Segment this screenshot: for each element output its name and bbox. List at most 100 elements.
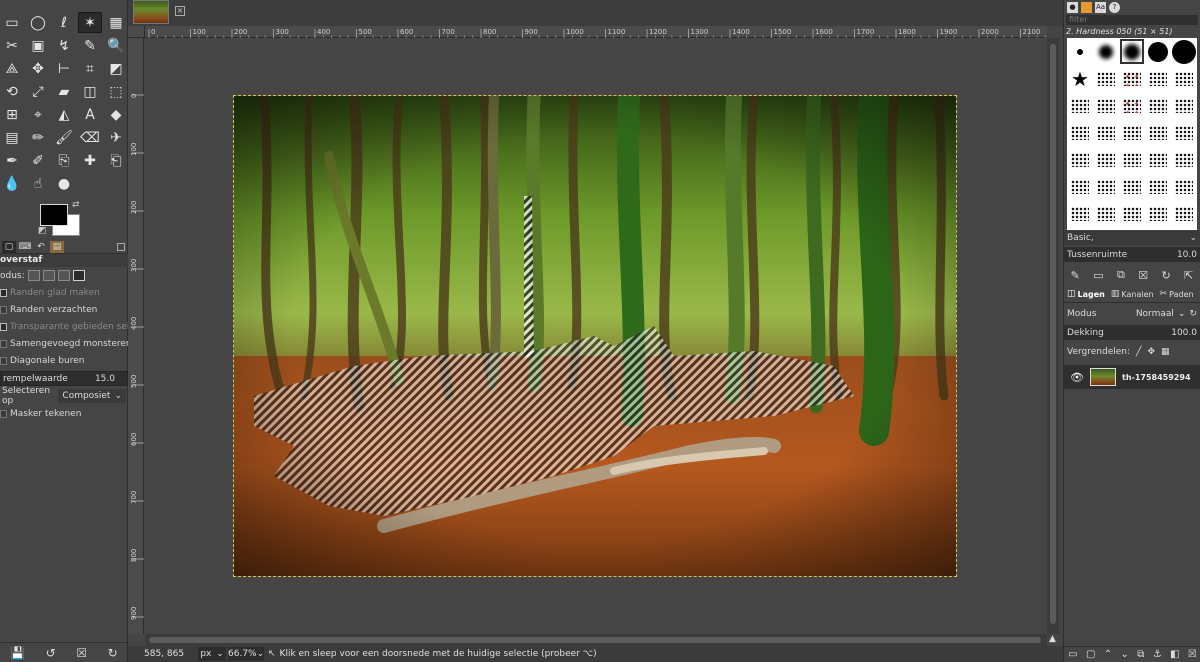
brush-preview[interactable] (1067, 119, 1093, 146)
opacity-value[interactable]: 100.0 (1171, 328, 1197, 338)
brush-preview[interactable] (1119, 173, 1145, 200)
brush-preview[interactable] (1119, 119, 1145, 146)
brush-set-dropdown[interactable]: Basic, ⌄ (1064, 231, 1200, 245)
ellipse-select-icon[interactable]: ◯ (26, 12, 50, 33)
brush-preview[interactable] (1145, 119, 1171, 146)
eraser-icon[interactable]: ⌫ (78, 127, 102, 148)
restore-preset-icon[interactable]: ↺ (46, 646, 56, 660)
forest-image[interactable] (233, 95, 957, 577)
diagonal-option[interactable]: Diagonale buren (0, 352, 128, 369)
bucket-fill-icon[interactable]: ◆ (104, 104, 128, 125)
unified-transform-icon[interactable]: ◩ (104, 58, 128, 79)
threshold-value[interactable]: 15.0 (95, 374, 115, 384)
help-icon[interactable]: ? (1109, 1, 1120, 13)
draw-mask-option[interactable]: Masker tekenen (0, 405, 128, 422)
color-select-icon[interactable]: ▦ (104, 12, 128, 33)
rect-select-icon[interactable]: ▭ (0, 12, 24, 33)
lock-pixels-icon[interactable]: ╱ (1136, 347, 1141, 357)
reset-options-icon[interactable]: ↻ (108, 646, 118, 660)
select-transparent-checkbox[interactable] (0, 322, 7, 331)
foreground-color[interactable] (40, 204, 68, 226)
flip-icon[interactable]: ◫ (78, 81, 102, 102)
spacing-value[interactable]: 10.0 (1177, 250, 1197, 260)
mode-intersect-button[interactable] (72, 270, 85, 281)
blur-icon[interactable]: 💧 (0, 173, 24, 194)
lock-position-icon[interactable]: ✥ (1147, 347, 1155, 357)
brush-preview[interactable]: ★ (1067, 65, 1093, 92)
brush-preview[interactable] (1093, 65, 1119, 92)
mode-replace-button[interactable] (27, 270, 40, 281)
vertical-scrollbar[interactable] (1047, 38, 1059, 634)
brush-preview[interactable] (1171, 38, 1197, 65)
warp-transform-icon[interactable]: ⌖ (26, 104, 50, 125)
cage-transform-icon[interactable]: ⊞ (0, 104, 24, 125)
feather-option[interactable]: Randen verzachten (0, 301, 128, 318)
mode-subtract-button[interactable] (57, 270, 70, 281)
save-preset-icon[interactable]: 💾 (10, 646, 25, 660)
layer-name[interactable]: th-1758459294 (1122, 373, 1191, 382)
select-transparent-option[interactable]: Transparante gebieden selecteren (0, 318, 128, 335)
horizontal-scroll-thumb[interactable] (149, 637, 1041, 643)
antialias-option[interactable]: Randen glad maken (0, 284, 128, 301)
unit-dropdown[interactable]: px ⌄ (198, 647, 226, 661)
draw-mask-checkbox[interactable] (0, 409, 7, 418)
scissors-select-icon[interactable]: ✂ (0, 35, 24, 56)
airbrush-icon[interactable]: ✈ (104, 127, 128, 148)
brush-preview[interactable] (1067, 146, 1093, 173)
brush-preview[interactable] (1145, 146, 1171, 173)
antialias-checkbox[interactable] (0, 288, 7, 297)
patterns-tab-icon[interactable] (1081, 1, 1092, 13)
paintbrush-icon[interactable]: 🖌 (52, 127, 76, 148)
lower-layer-icon[interactable]: ⌄ (1121, 649, 1129, 660)
sample-merged-option[interactable]: Samengevoegd monsteren (0, 335, 128, 352)
perspective-clone-icon[interactable]: ⎗ (104, 150, 128, 171)
dock-menu-icon[interactable] (117, 242, 125, 251)
brush-preview[interactable] (1067, 92, 1093, 119)
clone-icon[interactable]: ⎘ (52, 150, 76, 171)
brush-preview[interactable] (1145, 200, 1171, 227)
new-layer-icon[interactable]: ▭ (1068, 649, 1077, 660)
text-icon[interactable]: A (78, 104, 102, 125)
ink-icon[interactable]: ✒ (0, 150, 24, 171)
perspective-icon[interactable]: ⬚ (104, 81, 128, 102)
image-tab-thumbnail[interactable] (133, 0, 169, 24)
visibility-eye-icon[interactable]: 👁 (1070, 371, 1084, 384)
fonts-tab-icon[interactable]: Aa (1095, 1, 1106, 13)
brush-preview[interactable] (1093, 173, 1119, 200)
smudge-icon[interactable]: ☝ (26, 173, 50, 194)
device-status-tab-icon[interactable]: ⌨ (18, 241, 32, 253)
edit-brush-icon[interactable]: ✎ (1071, 269, 1080, 282)
brush-preview[interactable] (1145, 65, 1171, 92)
color-picker-icon[interactable]: ✎ (78, 35, 102, 56)
foreground-select-icon[interactable]: ▣ (26, 35, 50, 56)
brush-preview[interactable] (1171, 173, 1197, 200)
tab-paths[interactable]: ✂ Paden (1160, 289, 1194, 299)
brush-preview[interactable] (1171, 65, 1197, 92)
feather-checkbox[interactable] (0, 305, 7, 314)
zoom-dropdown[interactable]: 66.7% ⌄ (228, 647, 264, 661)
brushes-tab-icon[interactable]: ● (1067, 1, 1078, 13)
navigate-icon[interactable]: ▲ (1049, 634, 1061, 646)
vertical-scroll-thumb[interactable] (1050, 44, 1056, 624)
shear-icon[interactable]: ▰ (52, 81, 76, 102)
lock-alpha-icon[interactable]: ▦ (1161, 347, 1170, 357)
opacity-spinner[interactable]: Dekking 100.0 (1064, 325, 1200, 340)
duplicate-layer-icon[interactable]: ⧉ (1137, 649, 1144, 660)
brush-preview[interactable] (1119, 146, 1145, 173)
close-icon[interactable]: × (175, 6, 185, 16)
brush-preview[interactable] (1119, 65, 1145, 92)
brush-preview[interactable] (1145, 173, 1171, 200)
horizontal-scrollbar[interactable] (145, 634, 1047, 646)
rotate-icon[interactable]: ⟲ (0, 81, 24, 102)
brush-preview[interactable] (1119, 92, 1145, 119)
measure-icon[interactable]: ⟁ (0, 58, 24, 79)
brush-preview[interactable] (1067, 38, 1093, 65)
brush-filter-input[interactable]: filter (1066, 15, 1198, 25)
brush-grid[interactable]: ★ (1067, 38, 1197, 230)
reset-colors-icon[interactable]: ◩ (38, 226, 47, 236)
gradient-icon[interactable]: ▤ (0, 127, 24, 148)
images-tab-icon[interactable]: ▤ (50, 240, 64, 253)
move-icon[interactable]: ✥ (26, 58, 50, 79)
tab-channels[interactable]: ▥ Kanalen (1111, 289, 1154, 299)
tool-options-tab-icon[interactable]: ▢ (2, 240, 16, 253)
